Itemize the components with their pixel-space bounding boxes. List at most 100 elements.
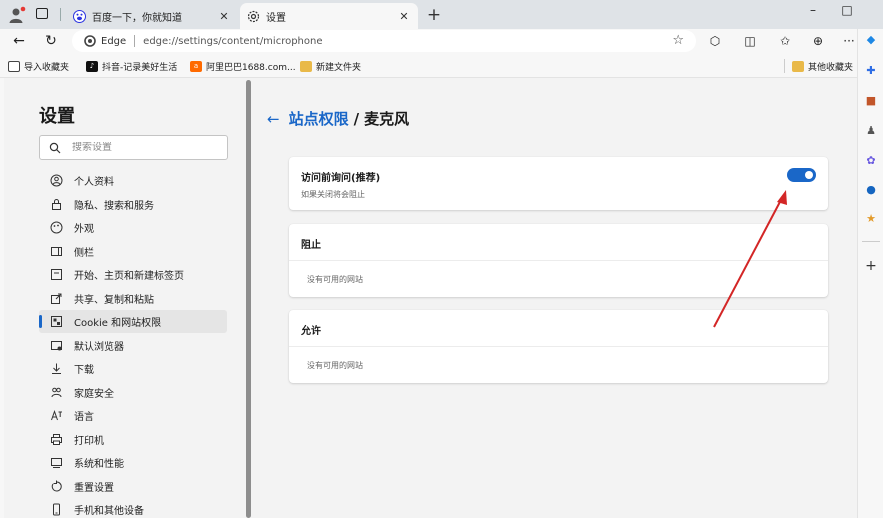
sidebar-scrollbar[interactable] <box>246 80 251 518</box>
tools-icon[interactable]: ♟ <box>863 122 879 138</box>
add-sidebar-app-icon[interactable]: + <box>863 258 879 274</box>
more-menu-icon[interactable]: ··· <box>841 33 857 49</box>
collections-icon[interactable]: ⊕ <box>810 33 826 49</box>
edge-logo-icon <box>84 35 96 47</box>
new-tab-button[interactable]: + <box>424 5 444 25</box>
system-icon <box>49 456 63 470</box>
divider <box>289 346 828 347</box>
import-icon <box>8 60 20 72</box>
folder-icon <box>792 60 804 72</box>
microphone-page: ← 站点权限 / 麦克风 访问前询问(推荐) 如果关闭将会阻止 阻止 没有可用的… <box>254 78 857 518</box>
block-section: 阻止 没有可用的网站 <box>289 224 828 297</box>
favorite-new-folder[interactable]: 新建文件夹 <box>300 59 361 73</box>
sidebar-item[interactable]: 隐私、搜索和服务 <box>39 193 227 216</box>
close-tab-icon[interactable]: ✕ <box>216 8 232 24</box>
tab-settings[interactable]: 设置 ✕ <box>240 3 418 29</box>
sidebar-item[interactable]: 重置设置 <box>39 475 227 498</box>
ask-before-access-toggle[interactable] <box>787 168 816 182</box>
sidebar-item[interactable]: 开始、主页和新建标签页 <box>39 263 227 286</box>
sidebar-item-label: 开始、主页和新建标签页 <box>74 271 184 282</box>
sidebar-item-label: 系统和性能 <box>74 459 124 470</box>
allow-section: 允许 没有可用的网站 <box>289 310 828 383</box>
favorite-douyin[interactable]: ♪ 抖音-记录美好生活 <box>86 59 177 73</box>
settings-title: 设置 <box>39 106 75 127</box>
minimize-button[interactable]: – <box>798 2 828 18</box>
sidebar-item[interactable]: 系统和性能 <box>39 451 227 474</box>
search-settings-field[interactable] <box>39 135 228 160</box>
refresh-button[interactable]: ↻ <box>41 31 61 51</box>
home-icon <box>49 268 63 282</box>
tab-actions-icon[interactable] <box>36 8 48 19</box>
address-divider <box>134 35 136 47</box>
refresh-icon: ↻ <box>45 33 57 49</box>
language-icon <box>49 409 63 423</box>
favorite-import[interactable]: 导入收藏夹 <box>8 59 69 73</box>
sidebar-item[interactable]: Cookie 和网站权限 <box>39 310 227 333</box>
favorite-star-icon[interactable]: ☆ <box>672 33 684 48</box>
drop-icon[interactable]: ★ <box>863 210 879 226</box>
back-arrow-icon[interactable]: ← <box>267 110 280 128</box>
alibaba-icon: a <box>190 60 202 72</box>
sidebar-item-label: 下载 <box>74 365 94 376</box>
tab-strip: 百度一下，你就知道 ✕ 设置 ✕ + – □ <box>0 0 883 29</box>
profile-icon <box>49 174 63 188</box>
appearance-icon <box>49 221 63 235</box>
minimize-icon: – <box>810 3 816 17</box>
allow-section-title: 允许 <box>301 326 321 337</box>
sidebar-item[interactable]: 默认浏览器 <box>39 334 227 357</box>
ask-before-access-title: 访问前询问(推荐) <box>301 173 381 184</box>
sidebar-item[interactable]: 下载 <box>39 357 227 380</box>
tab-baidu[interactable]: 百度一下，你就知道 ✕ <box>66 3 238 29</box>
breadcrumb: ← 站点权限 / 麦克风 <box>267 108 409 129</box>
address-bar[interactable]: Edge edge://settings/content/microphone … <box>72 30 696 52</box>
sidebar-item-label: 个人资料 <box>74 177 114 188</box>
sidebar-item-label: 手机和其他设备 <box>74 506 144 517</box>
back-arrow-icon: ← <box>13 33 25 49</box>
favorite-label: 阿里巴巴1688.com... <box>206 62 296 73</box>
settings-sidebar: 设置 个人资料隐私、搜索和服务外观侧栏开始、主页和新建标签页共享、复制和粘贴 Co… <box>4 78 251 518</box>
breadcrumb-site-permissions-link[interactable]: 站点权限 <box>289 108 349 129</box>
games-icon[interactable]: ✿ <box>863 152 879 168</box>
other-favorites[interactable]: 其他收藏夹 <box>792 59 853 73</box>
ask-before-access-subtitle: 如果关闭将会阻止 <box>301 190 365 199</box>
sidebar-item[interactable]: 侧栏 <box>39 240 227 263</box>
favorite-label: 导入收藏夹 <box>24 62 70 73</box>
copilot-icon[interactable]: ◆ <box>863 31 879 47</box>
favorite-alibaba[interactable]: a 阿里巴巴1688.com... <box>190 59 296 73</box>
block-empty-text: 没有可用的网站 <box>307 275 363 284</box>
sidebar-divider <box>862 241 880 242</box>
profile-avatar-icon[interactable] <box>8 6 26 24</box>
ask-before-access-card: 访问前询问(推荐) 如果关闭将会阻止 <box>289 157 828 210</box>
shopping-icon[interactable]: ■ <box>863 92 879 108</box>
sidebar-item[interactable]: 手机和其他设备 <box>39 498 227 518</box>
search-input[interactable] <box>72 142 212 153</box>
douyin-icon: ♪ <box>86 60 98 72</box>
close-tab-icon[interactable]: ✕ <box>396 8 412 24</box>
phone-icon <box>49 503 63 517</box>
sidebar-item[interactable]: 语言 <box>39 404 227 427</box>
tab-title: 百度一下，你就知道 <box>92 12 182 24</box>
favorite-label: 新建文件夹 <box>316 62 362 73</box>
settings-content: 设置 个人资料隐私、搜索和服务外观侧栏开始、主页和新建标签页共享、复制和粘贴 Co… <box>4 78 857 518</box>
sidebar-item-label: 重置设置 <box>74 482 114 494</box>
back-button[interactable]: ← <box>9 31 29 51</box>
printer-icon <box>49 432 63 446</box>
folder-icon <box>300 60 312 72</box>
favorites-separator <box>784 59 785 73</box>
search-sidebar-icon[interactable]: ✚ <box>863 62 879 78</box>
split-screen-icon[interactable]: ◫ <box>742 33 758 49</box>
share-icon <box>49 291 63 305</box>
favorites-icon[interactable]: ✩ <box>777 33 793 49</box>
extensions-icon[interactable]: ⬡ <box>707 33 723 49</box>
maximize-button[interactable]: □ <box>832 2 862 18</box>
sidebar-item[interactable]: 打印机 <box>39 428 227 451</box>
sidebar-item[interactable]: 外观 <box>39 216 227 239</box>
sidebar-item-label: 打印机 <box>74 435 104 447</box>
outlook-icon[interactable]: ● <box>863 181 879 197</box>
sidebar-item[interactable]: 个人资料 <box>39 169 227 192</box>
tab-separator <box>60 8 61 21</box>
sidebar-item[interactable]: 共享、复制和粘贴 <box>39 287 227 310</box>
edge-sidebar: ◆ ✚ ■ ♟ ✿ ● ★ + <box>857 29 883 518</box>
sidebar-item[interactable]: 家庭安全 <box>39 381 227 404</box>
browser-toolbar: ← ↻ Edge edge://settings/content/microph… <box>0 29 883 53</box>
